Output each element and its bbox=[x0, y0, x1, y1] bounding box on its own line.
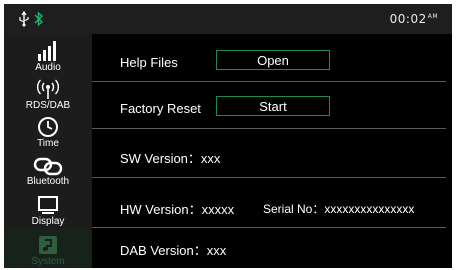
sidebar-item-label: Display bbox=[31, 216, 65, 227]
sidebar-item-system[interactable]: System bbox=[4, 230, 92, 268]
clock: 00:02AM bbox=[390, 12, 438, 26]
sidebar-item-bluetooth[interactable]: Bluetooth bbox=[4, 150, 92, 188]
help-files-label: Help Files bbox=[120, 55, 178, 70]
settings-sidebar: Audio RDS/DAB Time Bluetooth Display Sys… bbox=[4, 34, 92, 268]
sidebar-item-label: Bluetooth bbox=[26, 176, 70, 187]
head-unit-screen: 00:02AM Audio RDS/DAB Time Bluetooth Dis… bbox=[4, 4, 452, 268]
clock-ampm: AM bbox=[427, 13, 438, 20]
sidebar-item-label: Time bbox=[37, 138, 59, 149]
clock-time: 00:02 bbox=[389, 12, 427, 26]
hw-version-row: HW Version：xxxxx Serial No：xxxxxxxxxxxxx… bbox=[92, 178, 446, 228]
factory-reset-row: Factory Reset Start bbox=[92, 82, 446, 129]
equalizer-bars-icon bbox=[38, 41, 56, 61]
bluetooth-icon bbox=[34, 11, 44, 27]
help-files-row: Help Files Open bbox=[92, 34, 446, 82]
broadcast-antenna-icon bbox=[36, 79, 60, 99]
dab-version-text: DAB Version：xxx bbox=[120, 243, 227, 258]
factory-reset-label: Factory Reset bbox=[120, 101, 201, 116]
sidebar-item-label: System bbox=[31, 256, 65, 267]
sidebar-item-audio[interactable]: Audio bbox=[4, 36, 92, 74]
factory-reset-start-button[interactable]: Start bbox=[216, 96, 330, 116]
status-bar: 00:02AM bbox=[4, 4, 452, 34]
monitor-icon bbox=[38, 196, 58, 214]
system-icon bbox=[39, 236, 57, 254]
system-settings-panel: Help Files Open Factory Reset Start SW V… bbox=[92, 34, 452, 268]
sw-version-text: SW Version：xxx bbox=[120, 151, 221, 166]
sidebar-item-display[interactable]: Display bbox=[4, 190, 92, 228]
sidebar-item-label: Audio bbox=[35, 62, 61, 73]
help-files-open-button[interactable]: Open bbox=[216, 50, 330, 70]
sidebar-item-rds-dab[interactable]: RDS/DAB bbox=[4, 74, 92, 112]
link-icon bbox=[33, 157, 63, 176]
serial-number-text: Serial No：xxxxxxxxxxxxxxx bbox=[263, 202, 415, 216]
dab-version-row: DAB Version：xxx bbox=[92, 228, 446, 268]
sidebar-item-label: RDS/DAB bbox=[25, 100, 71, 111]
clock-icon bbox=[38, 117, 58, 137]
status-icons bbox=[18, 10, 44, 28]
usb-icon bbox=[19, 11, 29, 27]
sw-version-row: SW Version：xxx bbox=[92, 129, 446, 178]
hw-version-text: HW Version：xxxxx bbox=[120, 202, 235, 217]
sidebar-item-time[interactable]: Time bbox=[4, 112, 92, 150]
